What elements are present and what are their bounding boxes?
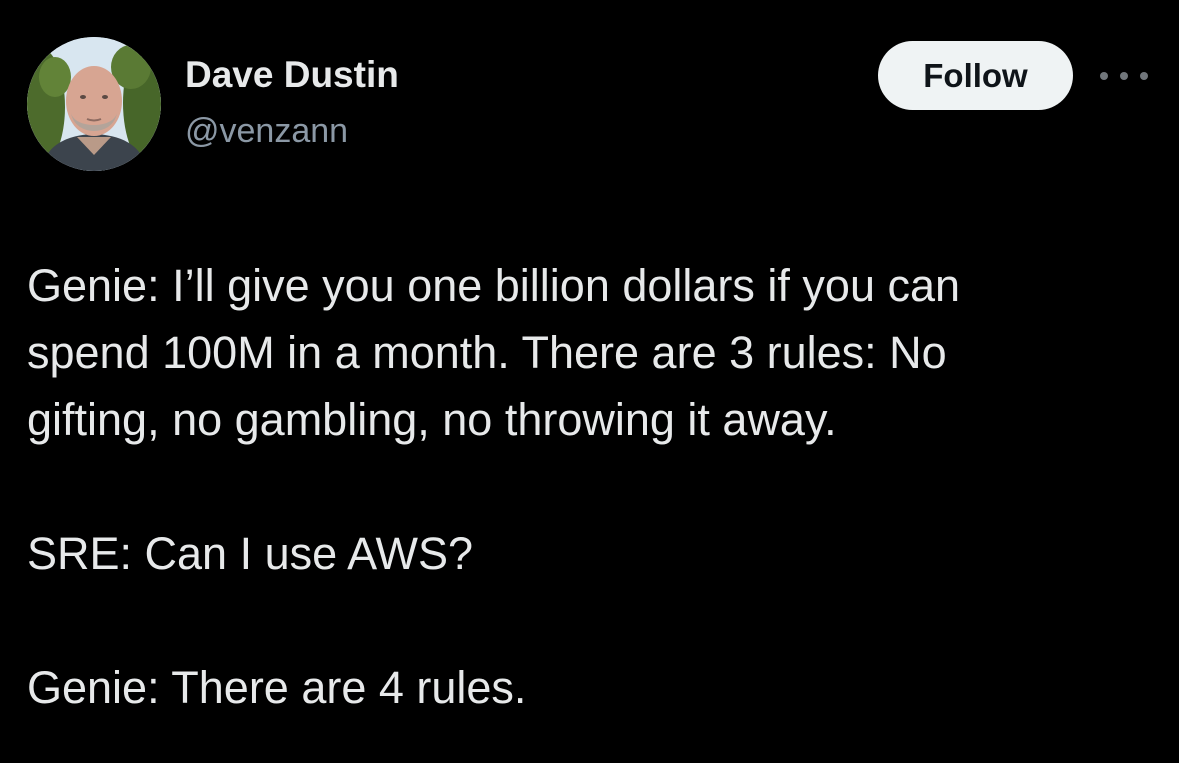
tweet-line: gifting, no gambling, no throwing it awa… — [27, 394, 837, 445]
tweet-line: SRE: Can I use AWS? — [27, 528, 474, 579]
more-horizontal-icon[interactable] — [1100, 64, 1148, 88]
tweet-line: Genie: There are 4 rules. — [27, 662, 527, 713]
author-handle[interactable]: @venzann — [185, 112, 348, 151]
tweet-line: Genie: I’ll give you one billion dollars… — [27, 260, 961, 311]
follow-button[interactable]: Follow — [878, 41, 1073, 110]
tweet-line: spend 100M in a month. There are 3 rules… — [27, 327, 947, 378]
author-display-name[interactable]: Dave Dustin — [185, 54, 399, 97]
more-dot — [1100, 72, 1108, 80]
tweet-text: Genie: I’ll give you one billion dollars… — [27, 252, 1147, 721]
more-dot — [1120, 72, 1128, 80]
more-dot — [1140, 72, 1148, 80]
avatar-photo — [27, 37, 161, 171]
tweet-card: Dave Dustin @venzann Follow Genie: I’ll … — [0, 0, 1179, 763]
avatar[interactable] — [27, 37, 161, 171]
